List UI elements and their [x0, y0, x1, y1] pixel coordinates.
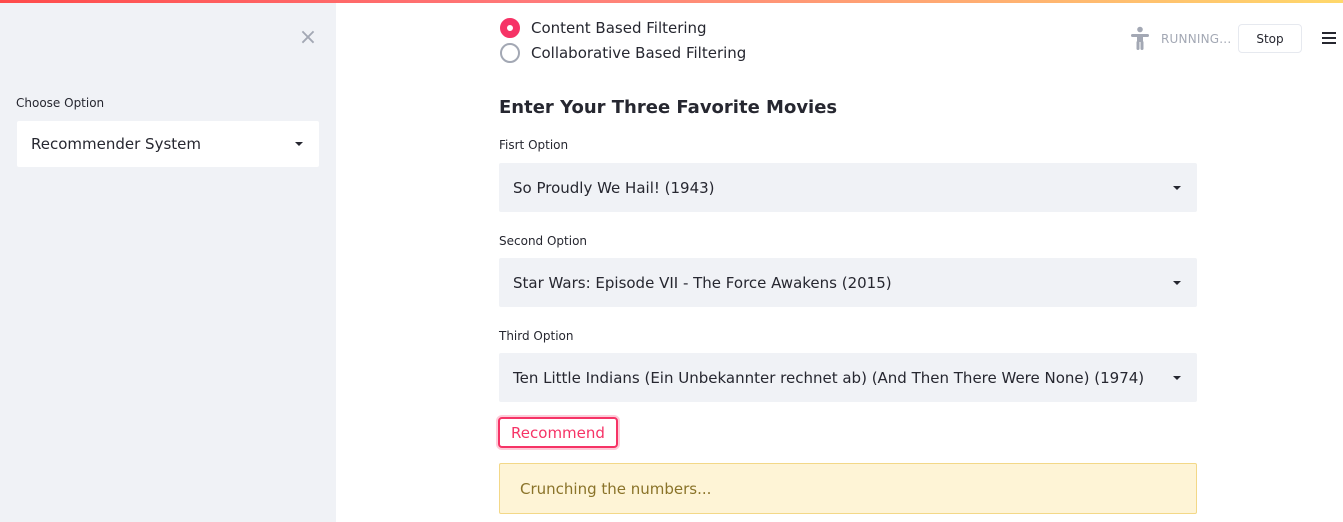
- status-message: Crunching the numbers...: [520, 479, 712, 498]
- caret-down-icon: [1173, 280, 1181, 285]
- radio-checked-icon: [500, 18, 520, 38]
- caret-down-icon: [1173, 375, 1181, 380]
- running-status: RUNNING...: [1161, 32, 1232, 46]
- radio-unchecked-icon: [500, 43, 520, 63]
- stop-button[interactable]: Stop: [1238, 24, 1302, 53]
- person-running-icon: [1131, 26, 1149, 50]
- third-option-label: Third Option: [499, 329, 574, 343]
- recommend-button[interactable]: Recommend: [498, 417, 618, 448]
- radio-label: Content Based Filtering: [531, 19, 707, 37]
- third-option-value: Ten Little Indians (Ein Unbekannter rech…: [513, 368, 1145, 387]
- second-option-label: Second Option: [499, 234, 588, 248]
- top-decoration-bar: [0, 0, 1343, 3]
- choose-option-select[interactable]: Recommender System: [17, 121, 319, 167]
- radio-content-based[interactable]: Content Based Filtering: [500, 17, 707, 39]
- first-option-select[interactable]: So Proudly We Hail! (1943): [499, 163, 1197, 212]
- status-message-box: Crunching the numbers...: [499, 463, 1197, 514]
- third-option-select[interactable]: Ten Little Indians (Ein Unbekannter rech…: [499, 353, 1197, 402]
- first-option-label: Fisrt Option: [499, 138, 569, 152]
- close-icon[interactable]: ×: [298, 27, 318, 49]
- choose-option-label: Choose Option: [16, 96, 105, 110]
- second-option-value: Star Wars: Episode VII - The Force Awake…: [513, 273, 892, 292]
- choose-option-value: Recommender System: [31, 135, 201, 153]
- caret-down-icon: [1173, 185, 1181, 190]
- first-option-value: So Proudly We Hail! (1943): [513, 178, 715, 197]
- hamburger-menu-icon[interactable]: [1322, 32, 1336, 45]
- second-option-select[interactable]: Star Wars: Episode VII - The Force Awake…: [499, 258, 1197, 307]
- radio-label: Collaborative Based Filtering: [531, 44, 747, 62]
- caret-down-icon: [295, 142, 303, 146]
- section-heading: Enter Your Three Favorite Movies: [499, 97, 838, 118]
- radio-collaborative-based[interactable]: Collaborative Based Filtering: [500, 42, 746, 64]
- sidebar: × Choose Option Recommender System: [0, 0, 336, 522]
